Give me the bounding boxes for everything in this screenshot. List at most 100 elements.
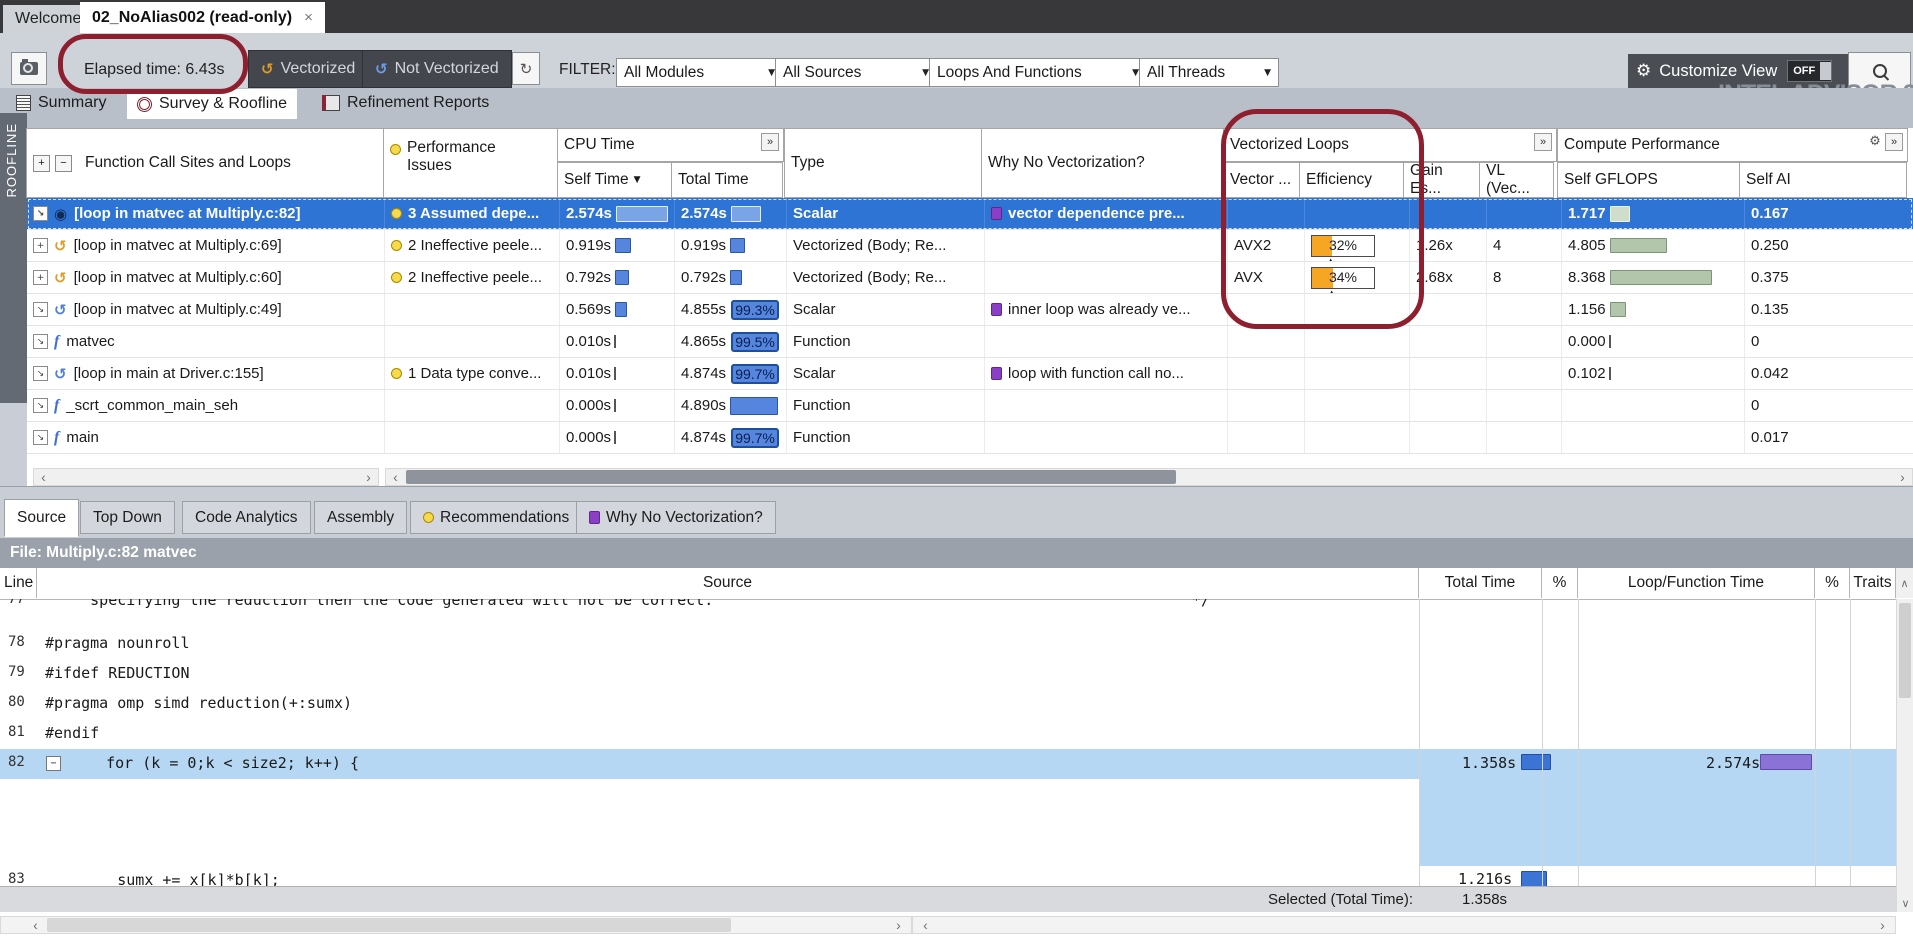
- expand-icon[interactable]: ↘: [33, 334, 48, 349]
- column-header-function[interactable]: + − Function Call Sites and Loops: [26, 128, 384, 198]
- expand-icon[interactable]: +: [33, 270, 48, 285]
- table-row[interactable]: ↘ ↺ [loop in matvec at Multiply.c:49] 0.…: [27, 294, 1913, 326]
- table-row[interactable]: ↘ f matvec 0.010s 4.865s 99.5% Function …: [27, 326, 1913, 358]
- column-header-line[interactable]: Line: [0, 568, 37, 598]
- customize-toggle[interactable]: OFF: [1787, 60, 1832, 82]
- scroll-left-icon[interactable]: ‹: [387, 469, 404, 485]
- vectorized-filter-button[interactable]: ↺ Vectorized: [248, 50, 368, 88]
- scroll-right-icon[interactable]: ›: [1874, 917, 1891, 933]
- source-line[interactable]: 79 #ifdef REDUCTION: [0, 659, 1896, 689]
- not-vectorized-filter-button[interactable]: ↺ Not Vectorized: [362, 50, 512, 88]
- column-header-efficiency[interactable]: Efficiency: [1299, 162, 1404, 198]
- tab-source[interactable]: Source: [4, 499, 79, 537]
- table-row[interactable]: + ↺ [loop in matvec at Multiply.c:69] 2 …: [27, 230, 1913, 262]
- source-vscrollbar[interactable]: ∨: [1896, 599, 1913, 912]
- tab-survey-roofline[interactable]: Survey & Roofline: [127, 89, 297, 119]
- source-line-selected[interactable]: 82 − for (k = 0;k < size2; k++) {: [0, 749, 1419, 779]
- column-header-total-time[interactable]: Total Time: [1419, 568, 1542, 598]
- tab-code-analytics[interactable]: Code Analytics: [182, 501, 311, 534]
- scroll-left-icon[interactable]: ‹: [27, 917, 44, 933]
- tab-refinement-reports[interactable]: Refinement Reports: [312, 90, 499, 116]
- column-header-loop-function-time[interactable]: Loop/Function Time: [1578, 568, 1815, 598]
- column-group-compute-performance[interactable]: Compute Performance ⚙ »: [1557, 128, 1908, 162]
- collapse-icon[interactable]: −: [46, 756, 61, 771]
- snapshot-button[interactable]: [11, 52, 47, 85]
- table-row[interactable]: ↘ f main 0.000s 4.874s 99.7% Function 0.…: [27, 422, 1913, 454]
- scroll-right-icon[interactable]: ›: [1894, 469, 1911, 485]
- expand-all-button[interactable]: +: [33, 155, 50, 172]
- column-header-self-ai[interactable]: Self AI: [1739, 162, 1907, 198]
- table-row[interactable]: + ↺ [loop in matvec at Multiply.c:60] 2 …: [27, 262, 1913, 294]
- table-row[interactable]: ↘ ◉ [loop in matvec at Multiply.c:82] 3 …: [27, 198, 1913, 230]
- scroll-right-icon[interactable]: ›: [890, 917, 907, 933]
- column-header-total-time[interactable]: Total Time: [671, 162, 783, 198]
- source-line[interactable]: 78 #pragma nounroll: [0, 629, 1896, 659]
- tab-assembly[interactable]: Assembly: [314, 501, 407, 534]
- source-code-pane[interactable]: 77 specifying the reduction then the cod…: [0, 599, 1913, 886]
- source-line[interactable]: 81 #endif: [0, 719, 1896, 749]
- expand-icon[interactable]: ↘: [33, 302, 48, 317]
- refinement-icon: [322, 95, 340, 111]
- source-line[interactable]: 80 #pragma omp simd reduction(+:sumx): [0, 689, 1896, 719]
- column-header-self-gflops[interactable]: Self GFLOPS: [1557, 162, 1740, 198]
- expand-icon[interactable]: +: [33, 238, 48, 253]
- expand-columns-icon[interactable]: »: [761, 133, 779, 151]
- column-header-percent2[interactable]: %: [1815, 568, 1850, 598]
- tab-top-down[interactable]: Top Down: [80, 501, 175, 534]
- source-line[interactable]: 77 specifying the reduction then the cod…: [0, 599, 1896, 629]
- column-header-traits[interactable]: Traits: [1850, 568, 1896, 598]
- column-header-vector-isa[interactable]: Vector ...: [1223, 162, 1300, 198]
- chevron-down-icon: ▼: [1132, 68, 1139, 78]
- expand-icon[interactable]: ↘: [33, 366, 48, 381]
- tab-recommendations[interactable]: Recommendations: [410, 501, 582, 534]
- gflops-header-label: Self GFLOPS: [1564, 171, 1658, 189]
- ai-value: 0.017: [1751, 429, 1789, 446]
- scope-dropdown[interactable]: Loops And Functions ▼: [929, 58, 1147, 87]
- scroll-down-icon[interactable]: ∨: [1897, 897, 1913, 910]
- scrollbar-thumb[interactable]: [47, 918, 731, 932]
- survey-hscrollbar[interactable]: ‹ ›: [385, 468, 1913, 486]
- roofline-side-tab[interactable]: ROOFLINE: [0, 113, 27, 486]
- column-header-why-no-vectorization[interactable]: Why No Vectorization?: [981, 128, 1224, 198]
- expand-columns-icon[interactable]: »: [1534, 133, 1552, 151]
- scrollbar-thumb[interactable]: [406, 470, 1176, 484]
- column-header-percent[interactable]: %: [1542, 568, 1578, 598]
- scroll-right-icon[interactable]: ›: [360, 469, 377, 485]
- source-line[interactable]: 83 sumx += x[k]*b[k]; 1.216s: [0, 866, 1896, 886]
- gear-icon[interactable]: ⚙: [1867, 133, 1883, 149]
- scroll-up-button[interactable]: ∧: [1896, 568, 1913, 598]
- column-group-cpu-time[interactable]: CPU Time »: [557, 128, 784, 162]
- sources-dropdown[interactable]: All Sources ▼: [775, 58, 937, 87]
- scroll-left-icon[interactable]: ‹: [35, 469, 52, 485]
- tab-result[interactable]: 02_NoAlias002 (read-only) ×: [80, 2, 325, 33]
- table-row[interactable]: ↘ f _scrt_common_main_seh 0.000s 4.890s …: [27, 390, 1913, 422]
- expand-icon[interactable]: ↘: [33, 430, 48, 445]
- metrics-hscrollbar[interactable]: ‹ ›: [912, 916, 1896, 934]
- column-header-source[interactable]: Source: [37, 568, 1419, 598]
- source-hscrollbar[interactable]: ‹ ›: [0, 916, 912, 934]
- expand-icon[interactable]: ↘: [33, 206, 48, 221]
- tab-why-no-vectorization[interactable]: Why No Vectorization?: [576, 501, 776, 534]
- collapse-all-button[interactable]: −: [55, 155, 72, 172]
- loop-icon: ↺: [375, 60, 388, 78]
- column-header-vl[interactable]: VL (Vec...: [1479, 162, 1554, 198]
- expand-icon[interactable]: ↘: [33, 398, 48, 413]
- ai-value: 0: [1751, 397, 1759, 414]
- scroll-left-icon[interactable]: ‹: [917, 917, 934, 933]
- scrollbar-thumb[interactable]: [1899, 603, 1911, 698]
- modules-dropdown[interactable]: All Modules ▼: [616, 58, 783, 87]
- close-icon[interactable]: ×: [304, 9, 313, 26]
- expand-columns-icon[interactable]: »: [1885, 133, 1903, 151]
- refresh-filter-button[interactable]: ↻: [512, 52, 540, 85]
- function-header-label: Function Call Sites and Loops: [85, 154, 291, 172]
- column-header-type[interactable]: Type: [784, 128, 982, 198]
- column-header-issues[interactable]: PerformanceIssues: [383, 128, 558, 198]
- column-group-vectorized-loops[interactable]: Vectorized Loops »: [1223, 128, 1557, 162]
- tab-code-analytics-label: Code Analytics: [195, 509, 298, 527]
- column-header-gain[interactable]: Gain Es...: [1403, 162, 1480, 198]
- threads-dropdown[interactable]: All Threads ▼: [1139, 58, 1279, 87]
- table-row[interactable]: ↘ ↺ [loop in main at Driver.c:155] 1 Dat…: [27, 358, 1913, 390]
- function-pane-hscrollbar[interactable]: ‹ ›: [33, 468, 379, 486]
- column-header-self-time[interactable]: Self Time ▼: [557, 162, 672, 198]
- self-time-value: 0.569s: [566, 301, 611, 318]
